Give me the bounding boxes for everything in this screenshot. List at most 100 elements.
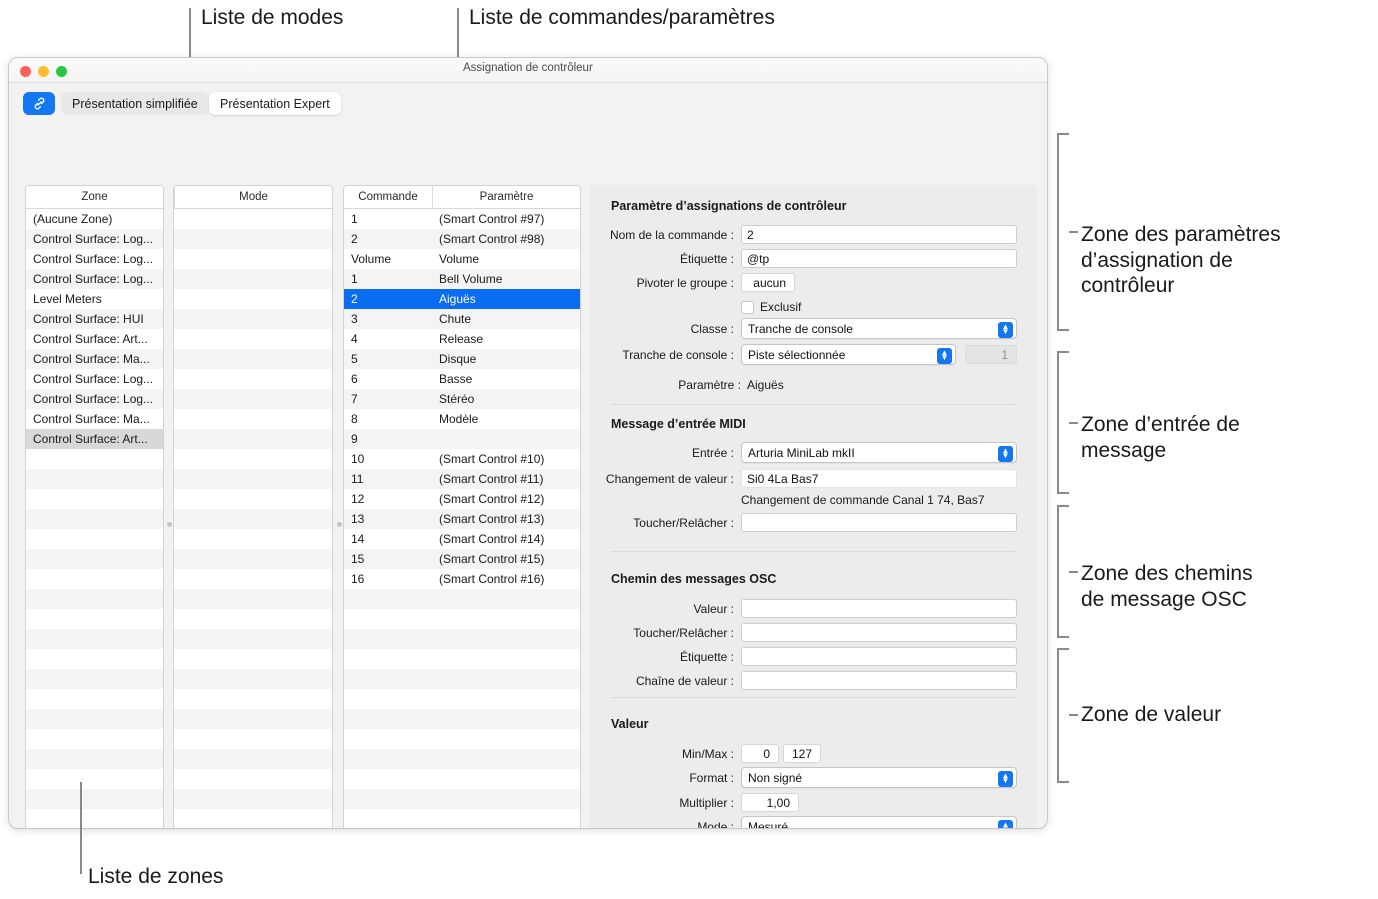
pivot-group-input[interactable]: aucun xyxy=(741,273,795,292)
command-list-row[interactable] xyxy=(344,749,580,769)
command-list-row[interactable]: 12(Smart Control #12) xyxy=(344,489,580,509)
zone-list-row[interactable]: Control Surface: HUI xyxy=(26,309,163,329)
minimize-window-button[interactable] xyxy=(38,66,49,77)
command-list-row[interactable]: 4Release xyxy=(344,329,580,349)
zone-list-row[interactable] xyxy=(26,729,163,749)
zone-list-row[interactable]: (Aucune Zone) xyxy=(26,209,163,229)
exclusive-checkbox-row[interactable]: Exclusif xyxy=(741,300,801,314)
zone-list-row[interactable] xyxy=(26,769,163,789)
mode-list-row[interactable] xyxy=(174,369,332,389)
zone-list-row[interactable] xyxy=(26,689,163,709)
command-list-row[interactable] xyxy=(344,609,580,629)
etiquette-input[interactable]: @tp xyxy=(741,249,1017,268)
mode-list-row[interactable] xyxy=(174,749,332,769)
command-list-row[interactable]: 11(Smart Control #11) xyxy=(344,469,580,489)
exclusive-checkbox[interactable] xyxy=(741,301,754,314)
zone-list-pane[interactable]: Zone (Aucune Zone) Control Surface: Log..… xyxy=(25,185,164,829)
zone-list-row[interactable]: Control Surface: Log... xyxy=(26,389,163,409)
zone-list-row[interactable] xyxy=(26,609,163,629)
command-list-row[interactable] xyxy=(344,709,580,729)
zone-list-row[interactable] xyxy=(26,489,163,509)
zone-list-row[interactable]: Level Meters xyxy=(26,289,163,309)
command-list-row[interactable]: 2Aiguës xyxy=(344,289,580,309)
command-list-row[interactable]: 1(Smart Control #97) xyxy=(344,209,580,229)
mode-list-row[interactable] xyxy=(174,469,332,489)
mode-list-row[interactable] xyxy=(174,809,332,829)
command-list-row[interactable] xyxy=(344,629,580,649)
zone-list-row[interactable] xyxy=(26,809,163,829)
mode-list-row[interactable] xyxy=(174,589,332,609)
command-list-rows[interactable]: 1(Smart Control #97)2(Smart Control #98)… xyxy=(344,209,580,829)
zone-list-row[interactable]: Control Surface: Log... xyxy=(26,249,163,269)
channel-strip-number-input[interactable]: 1 xyxy=(965,345,1017,364)
zone-list-row[interactable] xyxy=(26,669,163,689)
zone-list-row[interactable] xyxy=(26,509,163,529)
min-value-input[interactable]: 0 xyxy=(741,744,779,763)
column-header-command[interactable]: Commande xyxy=(344,186,432,208)
column-header-parameter[interactable]: Paramètre xyxy=(432,186,580,208)
zone-list-row[interactable] xyxy=(26,549,163,569)
touch-release-midi-input[interactable] xyxy=(741,513,1017,532)
splitter-handle-zone-mode[interactable] xyxy=(167,522,172,527)
command-list-row[interactable]: 9 xyxy=(344,429,580,449)
command-list-row[interactable]: 3Chute xyxy=(344,309,580,329)
chevron-updown-icon[interactable]: ▲▼ xyxy=(937,348,952,364)
command-list-row[interactable]: 6Basse xyxy=(344,369,580,389)
mode-list-row[interactable] xyxy=(174,609,332,629)
command-list-row[interactable]: 1Bell Volume xyxy=(344,269,580,289)
tab-simple-view[interactable]: Présentation simplifiée xyxy=(61,92,209,115)
command-list-row[interactable]: 16(Smart Control #16) xyxy=(344,569,580,589)
link-icon[interactable] xyxy=(23,92,55,115)
command-list-row[interactable] xyxy=(344,789,580,809)
class-dropdown[interactable]: Tranche de console ▲▼ xyxy=(741,318,1017,339)
zone-list-row[interactable]: Control Surface: Ma... xyxy=(26,349,163,369)
mode-list-row[interactable] xyxy=(174,329,332,349)
mode-list-pane[interactable]: Mode xyxy=(173,185,333,829)
chevron-updown-icon[interactable]: ▲▼ xyxy=(998,820,1013,830)
zone-list-row[interactable]: Control Surface: Ma... xyxy=(26,409,163,429)
column-header-zone[interactable]: Zone xyxy=(26,186,163,208)
zone-list-row[interactable] xyxy=(26,469,163,489)
command-list-row[interactable] xyxy=(344,729,580,749)
command-list-row[interactable] xyxy=(344,769,580,789)
command-list-row[interactable]: 14(Smart Control #14) xyxy=(344,529,580,549)
mode-list-row[interactable] xyxy=(174,229,332,249)
command-list-row[interactable] xyxy=(344,669,580,689)
mode-list-row[interactable] xyxy=(174,709,332,729)
mode-list-row[interactable] xyxy=(174,489,332,509)
command-list-row[interactable] xyxy=(344,649,580,669)
command-list-row[interactable]: 10(Smart Control #10) xyxy=(344,449,580,469)
command-list-row[interactable]: 15(Smart Control #15) xyxy=(344,549,580,569)
mode-list-row[interactable] xyxy=(174,669,332,689)
zone-list-row[interactable]: Control Surface: Art... xyxy=(26,329,163,349)
chevron-updown-icon[interactable]: ▲▼ xyxy=(998,446,1013,462)
mode-list-row[interactable] xyxy=(174,409,332,429)
command-list-pane[interactable]: Commande Paramètre 1(Smart Control #97)2… xyxy=(343,185,581,829)
zone-list-row[interactable]: Control Surface: Log... xyxy=(26,369,163,389)
command-list-row[interactable]: 2(Smart Control #98) xyxy=(344,229,580,249)
mode-list-row[interactable] xyxy=(174,389,332,409)
mode-list-row[interactable] xyxy=(174,449,332,469)
zone-list-row[interactable] xyxy=(26,449,163,469)
osc-value-input[interactable] xyxy=(741,599,1017,618)
mode-list-row[interactable] xyxy=(174,249,332,269)
mode-list-row[interactable] xyxy=(174,789,332,809)
command-list-row[interactable]: 5Disque xyxy=(344,349,580,369)
mode-list-row[interactable] xyxy=(174,649,332,669)
command-list-row[interactable]: 13(Smart Control #13) xyxy=(344,509,580,529)
mode-list-row[interactable] xyxy=(174,349,332,369)
mode-list-row[interactable] xyxy=(174,309,332,329)
tab-expert-view[interactable]: Présentation Expert xyxy=(209,92,341,115)
splitter-handle-mode-command[interactable] xyxy=(337,522,342,527)
mode-list-row[interactable] xyxy=(174,729,332,749)
zone-list-row[interactable] xyxy=(26,589,163,609)
mode-list-row[interactable] xyxy=(174,569,332,589)
multiplier-input[interactable]: 1,00 xyxy=(741,793,799,812)
close-window-button[interactable] xyxy=(20,66,31,77)
osc-value-string-input[interactable] xyxy=(741,671,1017,690)
mode-list-row[interactable] xyxy=(174,549,332,569)
zone-list-row[interactable] xyxy=(26,569,163,589)
zone-list-row[interactable]: Control Surface: Log... xyxy=(26,269,163,289)
zone-list-row[interactable] xyxy=(26,529,163,549)
mode-list-row[interactable] xyxy=(174,529,332,549)
